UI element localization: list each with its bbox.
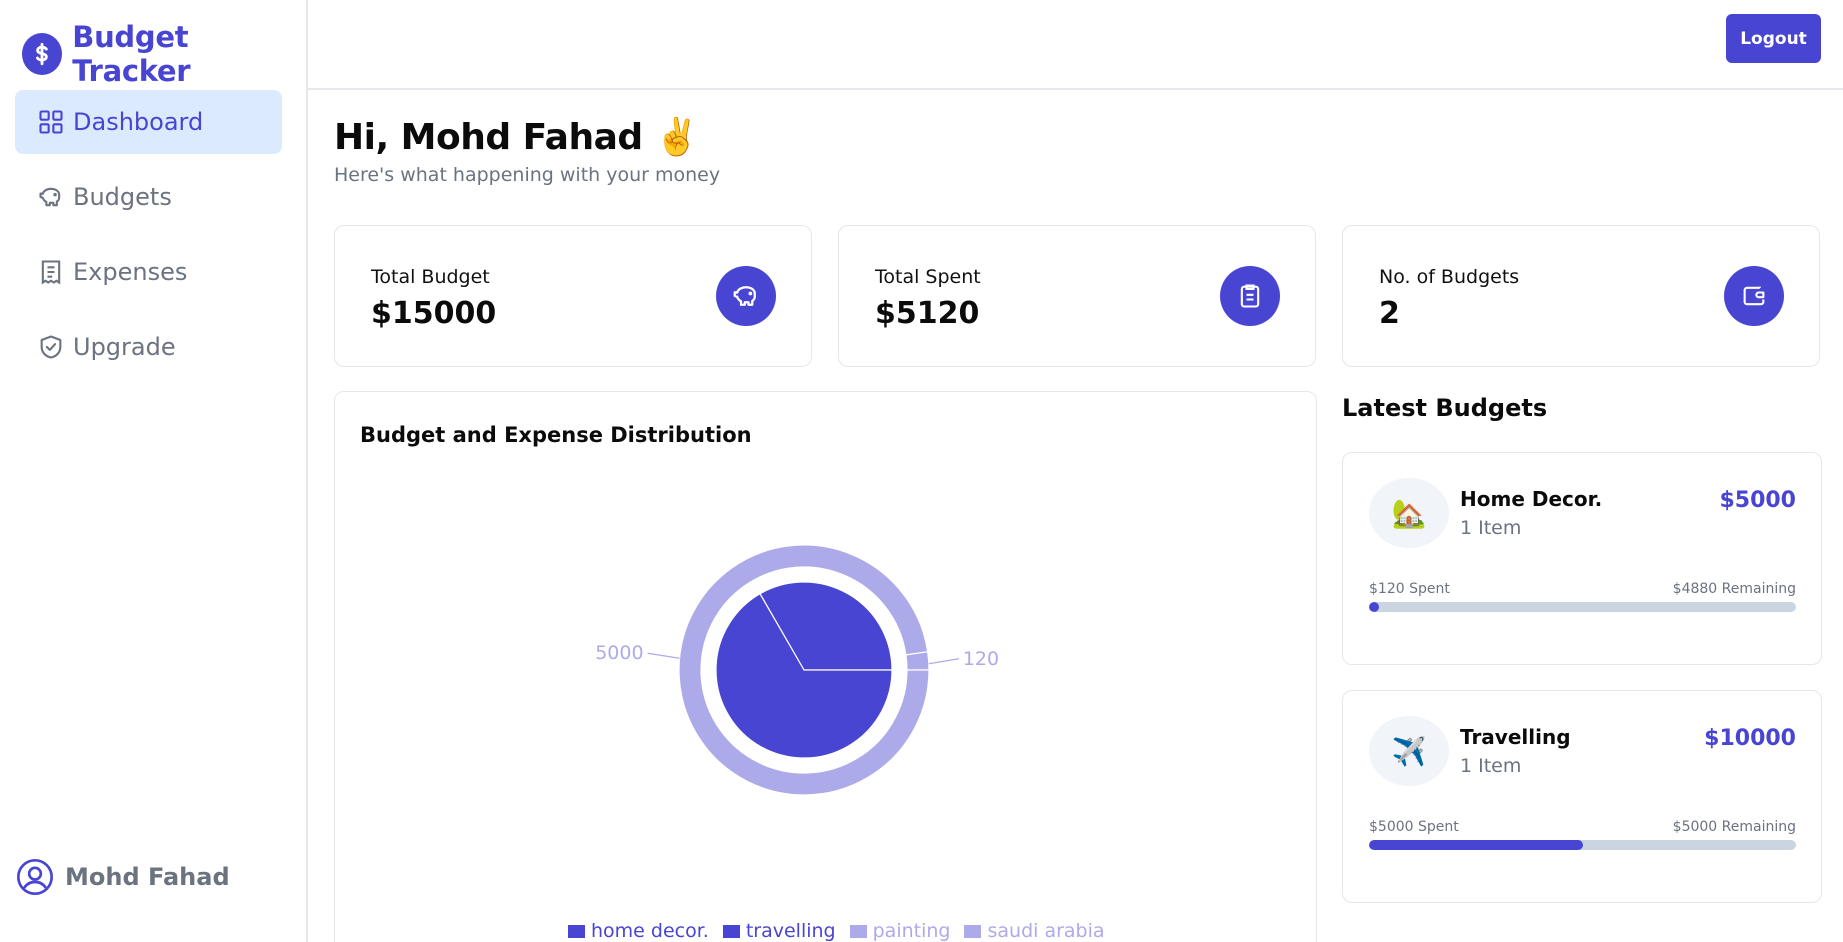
page-subtitle: Here's what happening with your money [334,164,721,186]
budget-item-count: 1 Item [1460,517,1522,539]
chart-legend: home decor. travelling painting saudi arabi… [568,920,1105,942]
wallet-icon [1724,266,1784,326]
receipt-icon [1220,266,1280,326]
legend-swatch [849,924,867,938]
stat-card-no-of-budgets: No. of Budgets 2 [1342,225,1820,367]
legend-item[interactable]: home decor. [568,920,709,942]
user-circle-icon [17,859,53,895]
legend-swatch [964,924,982,938]
data-label: 120 [963,648,999,670]
legend-label: painting [872,920,951,942]
chart-card: Budget and Expense Distribution 5000 120 … [334,391,1317,942]
sidebar-nav: Dashboard Budgets Expenses Upgrade [15,90,282,390]
budget-progress-bar [1369,840,1796,850]
budget-amount: $5000 [1719,488,1796,513]
budget-progress-fill [1369,840,1583,850]
stat-value: 2 [1379,296,1400,331]
sidebar-item-label: Dashboard [73,108,204,136]
data-label-leader [647,652,680,659]
stat-value: $15000 [371,296,497,331]
legend-label: saudi arabia [987,920,1105,942]
sidebar-item-dashboard[interactable]: Dashboard [15,90,282,154]
pie-chart: 5000 120 [595,544,999,796]
shield-check-icon [40,335,62,359]
stat-label: Total Spent [875,266,981,288]
piggy-bank-icon [716,266,776,326]
sidebar-item-expenses[interactable]: Expenses [15,240,282,304]
sidebar-item-upgrade[interactable]: Upgrade [15,315,282,379]
logout-button[interactable]: Logout [1726,14,1821,63]
budget-progress-bar [1369,602,1796,612]
greeting-text: Hi, Mohd Fahad [334,116,643,158]
topbar: Logout [308,0,1843,90]
budget-spent: $5000 Spent [1369,819,1459,835]
receipt-icon [41,260,61,285]
airplane-icon: ✈️ [1369,716,1449,786]
stat-label: No. of Budgets [1379,266,1520,288]
sidebar-item-label: Expenses [73,258,188,286]
latest-budgets-title: Latest Budgets [1342,394,1548,422]
grid-icon [39,110,63,134]
legend-swatch [568,924,585,938]
budget-card-home-decor[interactable]: 🏡 Home Decor. 1 Item $5000 $120 Spent $4… [1342,452,1822,665]
piggy-bank-icon [39,187,61,207]
legend-swatch [722,924,740,938]
victory-hand-icon: ✌️ [654,117,700,158]
sidebar-item-label: Upgrade [73,333,176,361]
legend-item[interactable]: painting [849,920,951,942]
stat-value: $5120 [875,296,980,331]
sidebar-item-label: Budgets [73,183,172,211]
brand-name: Budget Tracker [72,20,191,88]
data-label: 5000 [595,642,643,664]
budget-item-count: 1 Item [1460,755,1522,777]
house-icon: 🏡 [1369,478,1449,548]
budget-amount: $10000 [1704,726,1796,751]
budget-remaining: $5000 Remaining [1672,819,1796,835]
budget-name: Travelling [1460,725,1571,749]
dollar-circle-icon [22,33,63,75]
legend-item[interactable]: saudi arabia [964,920,1105,942]
sidebar: Budget Tracker Dashboard Budgets Expense… [0,0,308,942]
stat-card-total-budget: Total Budget $15000 [334,225,812,367]
budget-card-travelling[interactable]: ✈️ Travelling 1 Item $10000 $5000 Spent … [1342,690,1822,903]
data-label-leader [928,658,959,665]
user-name: Mohd Fahad [65,863,230,891]
legend-label: travelling [745,920,836,942]
legend-label: home decor. [591,920,709,942]
user-profile[interactable]: Mohd Fahad [15,857,230,897]
budget-spent: $120 Spent [1369,581,1450,597]
brand[interactable]: Budget Tracker [22,20,306,88]
stat-label: Total Budget [371,266,490,288]
page-title: Hi, Mohd Fahad ✌️ [334,116,700,159]
stat-card-total-spent: Total Spent $5120 [838,225,1316,367]
budget-remaining: $4880 Remaining [1672,581,1796,597]
budget-name: Home Decor. [1460,487,1603,511]
budget-progress-fill [1369,602,1380,612]
sidebar-item-budgets[interactable]: Budgets [15,165,282,229]
legend-item[interactable]: travelling [722,920,836,942]
